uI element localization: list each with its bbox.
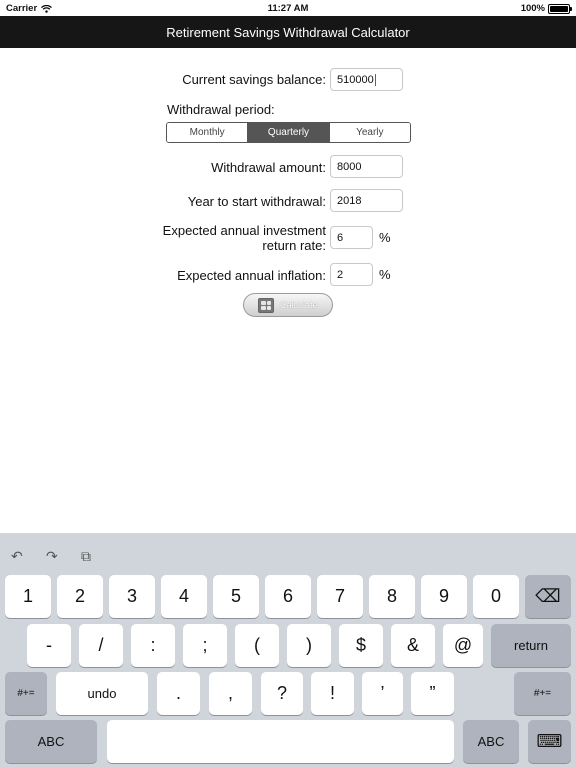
battery-percent: 100% [520,3,545,14]
key-colon[interactable]: : [131,624,175,667]
start-year-value: 2018 [337,194,362,207]
inflation-percent: % [379,267,391,282]
withdrawal-amount-input[interactable]: 8000 [330,155,403,178]
key-comma[interactable]: , [209,672,252,715]
key-slash[interactable]: / [79,624,123,667]
key-9[interactable]: 9 [421,575,467,618]
inflation-value: 2 [337,268,344,281]
segment-yearly[interactable]: Yearly [329,123,410,142]
return-rate-percent: % [379,230,391,245]
key-semicolon[interactable]: ; [183,624,227,667]
key-6[interactable]: 6 [265,575,311,618]
paste-shortcut-icon[interactable]: ⧉ [81,548,97,564]
undo-shortcut-icon[interactable]: ↶ [11,548,27,564]
return-key[interactable]: return [491,624,571,667]
status-bar: Carrier 11:27 AM 100% [0,0,576,16]
key-3[interactable]: 3 [109,575,155,618]
keyboard: ↶ ↷ ⧉ 1 2 3 4 5 6 7 8 9 0 ⌫ - / : ; ( ) … [0,533,576,768]
key-2[interactable]: 2 [57,575,103,618]
key-dollar[interactable]: $ [339,624,383,667]
key-0[interactable]: 0 [473,575,519,618]
hide-keyboard-icon[interactable]: ⌨ [528,720,571,763]
undo-key[interactable]: undo [56,672,148,715]
text-caret [374,73,376,86]
battery-icon [548,3,572,14]
inflation-input[interactable]: 2 [330,263,373,286]
key-4[interactable]: 4 [161,575,207,618]
withdrawal-period-label: Withdrawal period: [167,102,275,117]
return-rate-label-line2: return rate: [262,238,326,253]
abc-key-left[interactable]: ABC [5,720,97,763]
withdrawal-amount-value: 8000 [337,160,362,173]
key-question[interactable]: ? [261,672,303,715]
withdrawal-period-selector: Monthly Quarterly Yearly [166,122,411,143]
symbols-key-left[interactable]: #+= [5,672,47,715]
status-time: 11:27 AM [267,3,309,14]
navigation-bar: Retirement Savings Withdrawal Calculator [0,16,576,48]
page-title: Retirement Savings Withdrawal Calculator [166,24,410,40]
key-period[interactable]: . [157,672,200,715]
delete-key-icon[interactable]: ⌫ [525,575,571,618]
inflation-label: Expected annual inflation: [177,268,326,283]
start-year-label: Year to start withdrawal: [187,194,326,209]
space-key[interactable] [107,720,454,763]
key-8[interactable]: 8 [369,575,415,618]
symbols-key-right[interactable]: #+= [514,672,571,715]
segment-monthly[interactable]: Monthly [167,123,249,142]
balance-label: Current savings balance: [182,72,326,87]
return-rate-value: 6 [337,231,344,244]
key-1[interactable]: 1 [5,575,51,618]
balance-input[interactable]: 510000 [330,68,403,91]
key-quote[interactable]: ” [411,672,454,715]
balance-value: 510000 [337,73,374,86]
return-rate-label: Expected annual investment return rate: [163,223,326,253]
key-close-paren[interactable]: ) [287,624,331,667]
abc-key-right[interactable]: ABC [463,720,519,763]
withdrawal-amount-label: Withdrawal amount: [211,160,326,175]
calculate-button[interactable]: Calculate [243,293,333,317]
start-year-input[interactable]: 2018 [330,189,403,212]
key-exclamation[interactable]: ! [311,672,354,715]
key-5[interactable]: 5 [213,575,259,618]
key-open-paren[interactable]: ( [235,624,279,667]
redo-shortcut-icon[interactable]: ↷ [46,548,62,564]
calculator-icon [258,297,274,313]
status-right: 100% [520,3,572,14]
segment-quarterly[interactable]: Quarterly [248,123,330,142]
return-rate-label-line1: Expected annual investment [162,223,326,238]
key-at[interactable]: @ [443,624,483,667]
key-ampersand[interactable]: & [391,624,435,667]
calculate-label: Calculate [280,300,318,310]
key-apostrophe[interactable]: ’ [362,672,403,715]
key-7[interactable]: 7 [317,575,363,618]
key-hyphen[interactable]: - [27,624,71,667]
return-rate-input[interactable]: 6 [330,226,373,249]
